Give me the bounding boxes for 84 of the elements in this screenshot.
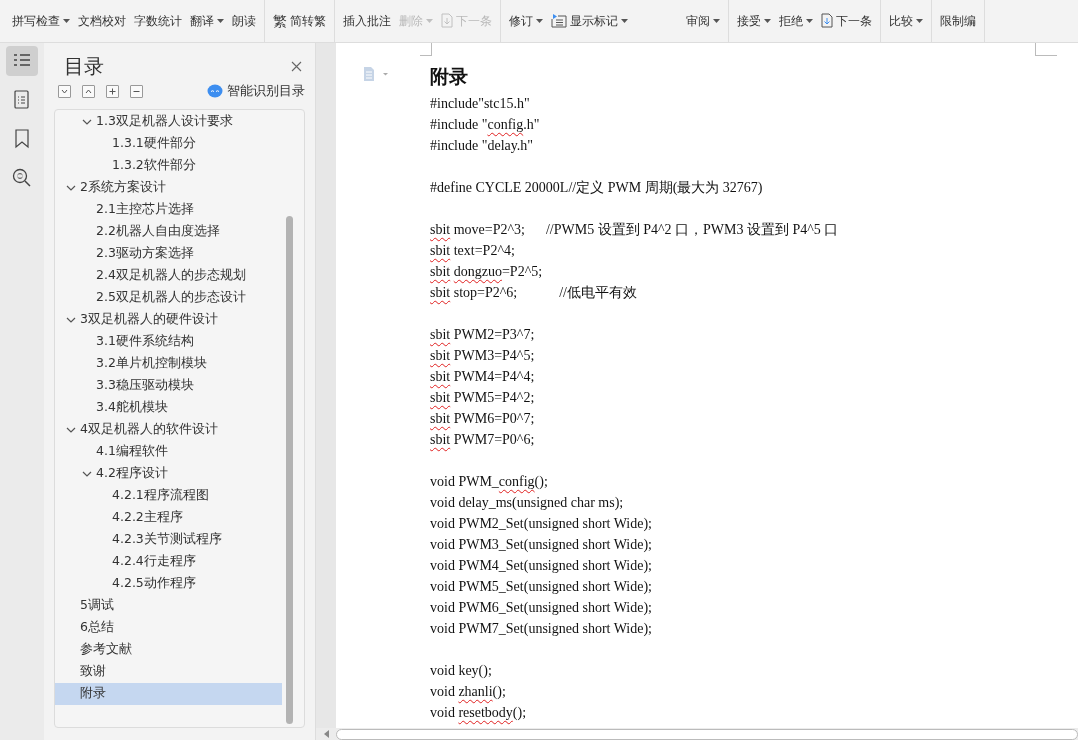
outline-item[interactable]: 2.4双足机器人的步态规划 bbox=[55, 264, 282, 287]
code-line: void PWM2_Set(unsigned short Wide); bbox=[430, 515, 653, 533]
toolbar-button[interactable]: 下一条 bbox=[821, 13, 872, 28]
code-line: sbit text=P2^4; bbox=[430, 242, 516, 260]
code-line: sbit stop=P2^6; //低电平有效 bbox=[430, 284, 638, 302]
outline-item[interactable]: 3.4舵机模块 bbox=[55, 396, 282, 419]
code-line: #define CYCLE 20000L//定义 PWM 周期(最大为 32767) bbox=[430, 179, 764, 197]
toolbar-button[interactable]: 朗读 bbox=[232, 14, 256, 28]
code-line: sbit move=P2^3; //PWM5 设置到 P4^2 口，PWM3 设置到 P4^5 口 bbox=[430, 221, 840, 239]
outline-item[interactable]: 附录 bbox=[55, 682, 282, 705]
outline-item[interactable]: 1.3.1硬件部分 bbox=[55, 132, 282, 155]
code-line: void delay_ms(unsigned char ms); bbox=[430, 494, 625, 512]
toolbar-button[interactable]: 拒绝 bbox=[779, 14, 813, 28]
outline-item[interactable]: 3双足机器人的硬件设计 bbox=[55, 308, 282, 331]
outline-item[interactable]: 4.2.2主程序 bbox=[55, 506, 282, 529]
outline-item[interactable]: 3.1硬件系统结构 bbox=[55, 330, 282, 353]
code-line: sbit PWM2=P3^7; bbox=[430, 326, 536, 344]
expand-icon[interactable] bbox=[58, 84, 71, 98]
code-line: #include"stc15.h" bbox=[430, 95, 531, 113]
outline-item[interactable]: 4.2.1程序流程图 bbox=[55, 484, 282, 507]
toolbar-button[interactable]: 文档校对 bbox=[78, 14, 126, 28]
outline-item[interactable]: 2.3驱动方案选择 bbox=[55, 242, 282, 265]
toolbar-button[interactable]: 限制编 bbox=[940, 14, 976, 28]
outline-item[interactable]: 参考文献 bbox=[55, 638, 282, 661]
smart-outline-button[interactable]: 智能识别目录 bbox=[207, 82, 305, 101]
outline-item[interactable]: 6总结 bbox=[55, 616, 282, 639]
outline-item[interactable]: 1.3双足机器人设计要求 bbox=[55, 110, 282, 133]
outline-item[interactable]: 致谢 bbox=[55, 660, 282, 683]
toolbar-button[interactable]: 比较 bbox=[889, 14, 923, 28]
code-line: sbit PWM6=P0^7; bbox=[430, 410, 536, 428]
outline-item[interactable]: 4.2.5动作程序 bbox=[55, 572, 282, 595]
toolbar-button[interactable]: 繁 简转繁 bbox=[273, 14, 326, 28]
document-heading: 附录 bbox=[430, 64, 469, 89]
panel-title: 目录 bbox=[63, 53, 104, 79]
close-icon[interactable] bbox=[291, 60, 302, 72]
toolbar-button[interactable]: 显示标记 bbox=[551, 13, 628, 28]
outline-item[interactable]: 4.2.4行走程序 bbox=[55, 550, 282, 573]
code-line: void PWM3_Set(unsigned short Wide); bbox=[430, 536, 653, 554]
code-line: void key(); bbox=[430, 662, 493, 680]
code-line: sbit PWM4=P4^4; bbox=[430, 368, 536, 386]
horizontal-scrollbar-thumb[interactable] bbox=[336, 728, 1078, 740]
toolbar-button[interactable]: 接受 bbox=[737, 14, 771, 28]
glyph-icon: 繁 bbox=[273, 14, 287, 28]
outline-item[interactable]: 2.1主控芯片选择 bbox=[55, 198, 282, 221]
cloud-icon bbox=[207, 84, 223, 99]
document-icon bbox=[441, 13, 453, 28]
toolbar-button[interactable]: 修订 bbox=[509, 14, 543, 28]
code-line: void resetbody(); bbox=[430, 704, 528, 722]
outline-item[interactable]: 4.1编程软件 bbox=[55, 440, 282, 463]
code-line: void PWM_config(); bbox=[430, 473, 549, 491]
search-icon[interactable] bbox=[11, 167, 33, 189]
add-icon[interactable] bbox=[106, 84, 119, 98]
outline-item[interactable]: 1.3.2软件部分 bbox=[55, 154, 282, 177]
outline-item[interactable]: 4.2.3关节测试程序 bbox=[55, 528, 282, 551]
code-line: sbit PWM7=P0^6; bbox=[430, 431, 536, 449]
scrollbar-thumb[interactable] bbox=[286, 215, 293, 724]
code-line: #include "config.h" bbox=[430, 116, 541, 134]
code-line: void PWM5_Set(unsigned short Wide); bbox=[430, 578, 653, 596]
outline-item[interactable]: 3.3稳压驱动模块 bbox=[55, 374, 282, 397]
toolbar-button[interactable]: 插入批注 bbox=[343, 14, 391, 28]
code-line: sbit PWM3=P4^5; bbox=[430, 347, 536, 365]
outline-item[interactable]: 5调试 bbox=[55, 594, 282, 617]
outline-item[interactable]: 2.2机器人自由度选择 bbox=[55, 220, 282, 243]
outline-item[interactable]: 2系统方案设计 bbox=[55, 176, 282, 199]
outline-item[interactable]: 4.2程序设计 bbox=[55, 462, 282, 485]
code-line: void PWM7_Set(unsigned short Wide); bbox=[430, 620, 653, 638]
code-line: void zhanli(); bbox=[430, 683, 507, 701]
outline-item[interactable]: 2.5双足机器人的步态设计 bbox=[55, 286, 282, 309]
flag-document-icon bbox=[551, 13, 567, 28]
toolbar-button[interactable]: 拼写检查 bbox=[12, 14, 70, 28]
code-line: sbit PWM5=P4^2; bbox=[430, 389, 536, 407]
toolbar-button[interactable]: 审阅 bbox=[686, 14, 720, 28]
scroll-left-icon[interactable] bbox=[324, 730, 330, 738]
code-line: void PWM6_Set(unsigned short Wide); bbox=[430, 599, 653, 617]
document-icon bbox=[821, 13, 833, 28]
code-line: void PWM4_Set(unsigned short Wide); bbox=[430, 557, 653, 575]
outline-item[interactable]: 4双足机器人的软件设计 bbox=[55, 418, 282, 441]
collapse-icon[interactable] bbox=[82, 84, 95, 98]
toolbar-button[interactable]: 字数统计 bbox=[134, 14, 182, 28]
remove-icon[interactable] bbox=[130, 84, 143, 98]
toolbar-button[interactable]: 翻译 bbox=[190, 14, 224, 28]
code-line: #include "delay.h" bbox=[430, 137, 535, 155]
code-line: sbit dongzuo=P2^5; bbox=[430, 263, 544, 281]
outline-item[interactable]: 3.2单片机控制模块 bbox=[55, 352, 282, 375]
